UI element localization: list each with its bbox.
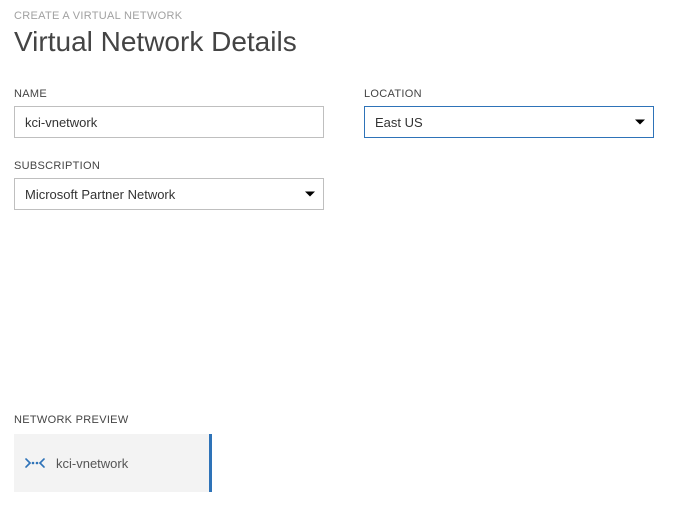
location-selected-value: East US — [375, 115, 423, 130]
network-preview-card[interactable]: kci-vnetwork — [14, 434, 212, 492]
chevron-down-icon — [635, 120, 645, 125]
network-preview-label: NETWORK PREVIEW — [14, 414, 212, 426]
name-input[interactable] — [14, 106, 324, 138]
location-select[interactable]: East US — [364, 106, 654, 138]
subscription-selected-value: Microsoft Partner Network — [25, 187, 175, 202]
subscription-label: SUBSCRIPTION — [14, 160, 324, 172]
network-preview-name: kci-vnetwork — [56, 456, 128, 471]
breadcrumb: CREATE A VIRTUAL NETWORK — [14, 10, 665, 22]
network-preview-section: NETWORK PREVIEW kci-vnetwork — [14, 414, 212, 492]
subscription-select[interactable]: Microsoft Partner Network — [14, 178, 324, 210]
location-label: LOCATION — [364, 88, 654, 100]
page-title: Virtual Network Details — [14, 26, 665, 58]
location-field-group: LOCATION East US — [364, 88, 654, 138]
name-label: NAME — [14, 88, 324, 100]
name-field-group: NAME — [14, 88, 324, 138]
virtual-network-icon — [24, 452, 46, 474]
chevron-down-icon — [305, 192, 315, 197]
subscription-field-group: SUBSCRIPTION Microsoft Partner Network — [14, 160, 324, 210]
